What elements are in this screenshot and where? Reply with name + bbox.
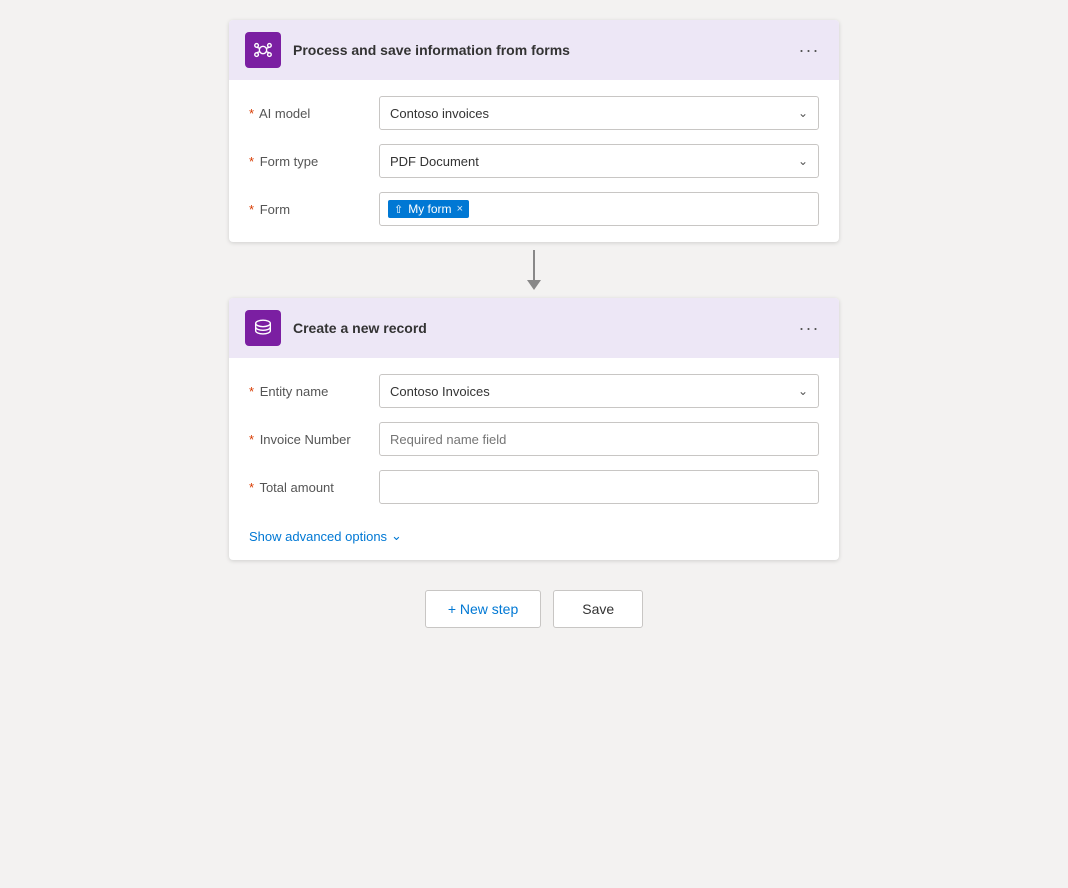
ai-model-dropdown[interactable]: Contoso invoices ⌄ xyxy=(379,96,819,130)
total-amount-label: * Total amount xyxy=(249,480,379,495)
save-button[interactable]: Save xyxy=(553,590,643,628)
entity-name-control: Contoso Invoices ⌄ xyxy=(379,374,819,408)
ai-model-required-star: * xyxy=(249,106,254,121)
entity-name-required-star: * xyxy=(249,384,254,399)
card2-header: Create a new record ··· xyxy=(229,298,839,358)
form-tag-input[interactable]: ⇧ My form × xyxy=(379,192,819,226)
invoice-number-required-star: * xyxy=(249,432,254,447)
invoice-number-control xyxy=(379,422,819,456)
card2-icon xyxy=(245,310,281,346)
entity-name-chevron-icon: ⌄ xyxy=(798,384,808,398)
ai-model-value: Contoso invoices xyxy=(390,106,489,121)
connector-arrowhead xyxy=(527,280,541,290)
card-process-forms: Process and save information from forms … xyxy=(229,20,839,242)
card1-header: Process and save information from forms … xyxy=(229,20,839,80)
total-amount-required-star: * xyxy=(249,480,254,495)
entity-name-dropdown[interactable]: Contoso Invoices ⌄ xyxy=(379,374,819,408)
show-advanced-options-link[interactable]: Show advanced options ⌄ xyxy=(249,528,402,544)
advanced-options-row: Show advanced options ⌄ xyxy=(229,520,839,560)
form-type-required-star: * xyxy=(249,154,254,169)
form-type-row: * Form type PDF Document ⌄ xyxy=(249,144,819,178)
form-type-chevron-icon: ⌄ xyxy=(798,154,808,168)
total-amount-input[interactable] xyxy=(379,470,819,504)
form-tag-chip: ⇧ My form × xyxy=(388,200,469,218)
bottom-actions: + New step Save xyxy=(425,590,643,628)
card2-title: Create a new record xyxy=(293,320,795,336)
connector-line xyxy=(533,250,535,280)
form-tag-label: My form xyxy=(408,202,451,216)
total-amount-row: * Total amount xyxy=(249,470,819,504)
card-create-record: Create a new record ··· * Entity name Co… xyxy=(229,298,839,560)
total-amount-control xyxy=(379,470,819,504)
form-label: * Form xyxy=(249,202,379,217)
card1-title: Process and save information from forms xyxy=(293,42,795,58)
form-row: * Form ⇧ My form × xyxy=(249,192,819,226)
card1-body: * AI model Contoso invoices ⌄ * Form typ… xyxy=(229,80,839,242)
invoice-number-row: * Invoice Number xyxy=(249,422,819,456)
ai-model-row: * AI model Contoso invoices ⌄ xyxy=(249,96,819,130)
card1-icon xyxy=(245,32,281,68)
ai-model-chevron-icon: ⌄ xyxy=(798,106,808,120)
database-icon xyxy=(252,317,274,339)
ai-model-control: Contoso invoices ⌄ xyxy=(379,96,819,130)
ai-model-label: * AI model xyxy=(249,106,379,121)
connector-arrow xyxy=(527,242,541,298)
form-tag-close-icon[interactable]: × xyxy=(457,203,463,215)
form-type-value: PDF Document xyxy=(390,154,479,169)
ai-builder-icon xyxy=(252,39,274,61)
new-step-button[interactable]: + New step xyxy=(425,590,541,628)
advanced-options-label: Show advanced options xyxy=(249,529,387,544)
entity-name-row: * Entity name Contoso Invoices ⌄ xyxy=(249,374,819,408)
card2-more-button[interactable]: ··· xyxy=(795,314,823,342)
invoice-number-input[interactable] xyxy=(379,422,819,456)
invoice-number-label: * Invoice Number xyxy=(249,432,379,447)
entity-name-label: * Entity name xyxy=(249,384,379,399)
form-tag-control: ⇧ My form × xyxy=(379,192,819,226)
card1-more-button[interactable]: ··· xyxy=(795,36,823,64)
form-required-star: * xyxy=(249,202,254,217)
form-type-dropdown[interactable]: PDF Document ⌄ xyxy=(379,144,819,178)
entity-name-value: Contoso Invoices xyxy=(390,384,490,399)
form-type-label: * Form type xyxy=(249,154,379,169)
form-tag-icon: ⇧ xyxy=(394,203,403,216)
form-type-control: PDF Document ⌄ xyxy=(379,144,819,178)
advanced-options-chevron-icon: ⌄ xyxy=(391,528,402,544)
card2-body: * Entity name Contoso Invoices ⌄ * Invoi… xyxy=(229,358,839,520)
